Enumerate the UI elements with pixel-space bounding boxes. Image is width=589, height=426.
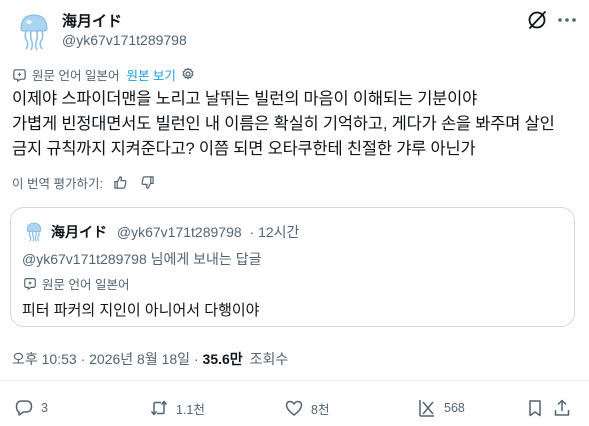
- share-icon: [552, 398, 579, 418]
- post-text-line-1: 이제야 스파이더맨을 노리고 날뛰는 빌런의 마음이 이해되는 기분이야: [12, 90, 478, 108]
- author-handle[interactable]: @yk67v171t289798: [62, 32, 187, 48]
- views-button[interactable]: 568: [417, 398, 465, 418]
- quote-translation-bar: 원문 언어 일본어: [23, 275, 130, 292]
- more-icon[interactable]: [556, 9, 578, 31]
- like-button[interactable]: 8천: [284, 398, 329, 418]
- repost-button[interactable]: 1.1천: [149, 398, 205, 418]
- post-text-line-2: 가볍게 빈정대면서도 빌런인 내 이름은 확실히 기억하고, 게다가 손을 봐주…: [12, 115, 555, 133]
- rate-translation-label: 이 번역 평가하기:: [12, 176, 103, 191]
- post-date[interactable]: 2026년 8월 18일: [89, 351, 190, 367]
- author-name[interactable]: 海月イド: [62, 10, 122, 31]
- show-original-link[interactable]: 원본 보기: [126, 65, 175, 84]
- original-language-label: 원문 언어 일본어: [32, 68, 120, 83]
- quote-time: · 12시간: [249, 224, 300, 240]
- bookmark-icon: [525, 398, 552, 418]
- view-count: 568: [444, 401, 465, 415]
- views-label: 조회수: [249, 351, 289, 367]
- quote-author-avatar: [23, 220, 45, 242]
- rate-translation: 이 번역 평가하기:: [12, 174, 155, 191]
- thumbs-up-icon[interactable]: [113, 175, 128, 190]
- settings-icon[interactable]: [181, 67, 195, 81]
- thumbs-down-icon[interactable]: [140, 175, 155, 190]
- like-count: 8천: [311, 402, 330, 417]
- post-text-line-3: 금지 규칙까지 지켜준다고? 이쯤 되면 오타쿠한테 친절한 갸루 아닌가: [12, 140, 476, 158]
- quote-text: 피터 파커의 지인이 아니어서 다행이야: [22, 302, 260, 319]
- views-icon: [417, 398, 444, 418]
- repost-icon: [149, 398, 176, 418]
- quote-author-handle: @yk67v171t289798: [116, 224, 242, 240]
- post-time[interactable]: 오후 10:53: [12, 351, 77, 367]
- bookmark-button[interactable]: [525, 398, 552, 418]
- quote-original-language: 원문 언어 일본어: [42, 277, 130, 292]
- repost-count: 1.1천: [176, 402, 205, 417]
- reply-button[interactable]: 3: [14, 398, 48, 418]
- grok-icon[interactable]: [526, 9, 548, 31]
- quoted-post[interactable]: 海月イド @yk67v171t289798 · 12시간 @yk67v171t2…: [10, 207, 575, 327]
- reply-count: 3: [41, 401, 48, 415]
- quote-reply-to: @yk67v171t289798 님에게 보내는 답글: [22, 251, 262, 267]
- quote-header: 海月イド @yk67v171t289798 · 12시간: [51, 222, 299, 242]
- reply-icon: [14, 398, 41, 418]
- translation-bar: 원문 언어 일본어 원본 보기: [12, 65, 195, 84]
- like-icon: [284, 398, 311, 418]
- author-avatar[interactable]: [13, 9, 55, 51]
- share-button[interactable]: [552, 398, 579, 418]
- post-meta: 오후 10:53 · 2026년 8월 18일 · 35.6만 조회수: [12, 351, 289, 367]
- translate-icon: [23, 276, 37, 290]
- divider: [0, 380, 589, 381]
- quote-author-name: 海月イド: [51, 224, 107, 240]
- views-count: 35.6만: [202, 351, 243, 367]
- translate-icon: [12, 67, 27, 82]
